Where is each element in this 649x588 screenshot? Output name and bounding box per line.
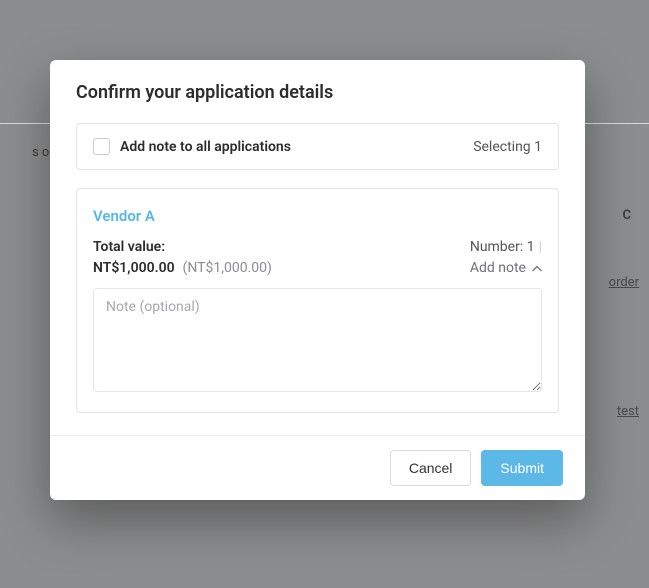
bg-link-fragment: test [617,404,639,419]
total-value-label: Total value: [93,239,470,255]
modal-title: Confirm your application details [76,82,559,103]
modal-body: Add note to all applications Selecting 1… [50,123,585,435]
note-textarea[interactable] [93,288,542,392]
vendor-total-block: Total value: NT$1,000.00 (NT$1,000.00) [93,239,470,276]
add-note-all-checkbox[interactable] [93,138,110,155]
vendor-details-row: Total value: NT$1,000.00 (NT$1,000.00) N… [93,239,542,276]
number-count: Number: 1| [470,239,542,255]
bg-link-fragment: order [609,275,639,290]
add-note-toggle-label: Add note [470,260,526,276]
vendor-meta-block: Number: 1| Add note [470,239,542,276]
chevron-up-icon [532,265,542,272]
vendor-name: Vendor A [93,207,542,225]
add-note-all-label: Add note to all applications [120,139,291,155]
modal-footer: Cancel Submit [50,435,585,500]
confirm-application-modal: Confirm your application details Add not… [50,60,585,500]
add-note-toggle[interactable]: Add note [470,260,542,276]
bulk-note-panel: Add note to all applications Selecting 1 [76,123,559,170]
modal-header: Confirm your application details [50,60,585,123]
bg-text-fragment: C [623,208,632,223]
total-value-amount: NT$1,000.00 [93,260,175,276]
add-note-all-row: Add note to all applications [93,138,291,155]
total-value-sub: (NT$1,000.00) [183,260,272,276]
vendor-panel: Vendor A Total value: NT$1,000.00 (NT$1,… [76,188,559,413]
submit-button[interactable]: Submit [481,450,563,486]
selecting-count: Selecting 1 [473,139,542,155]
cancel-button[interactable]: Cancel [390,450,472,486]
